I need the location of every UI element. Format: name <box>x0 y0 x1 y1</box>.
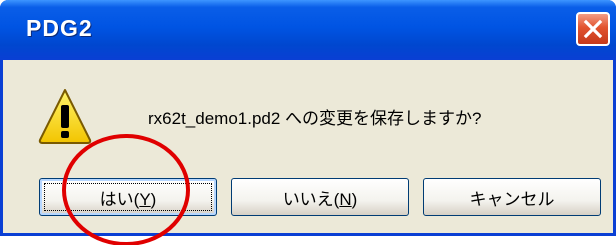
title-bar[interactable]: PDG2 <box>0 0 616 60</box>
focus-rectangle <box>44 183 212 211</box>
no-button-label: いいえ(N) <box>282 189 358 209</box>
window-title: PDG2 <box>26 15 93 41</box>
close-button[interactable] <box>576 12 610 46</box>
cancel-button[interactable]: キャンセル <box>423 178 601 216</box>
warning-icon <box>38 89 92 144</box>
no-button[interactable]: いいえ(N) <box>231 178 409 216</box>
dialog-message: rx62t_demo1.pd2 への変更を保存しますか? <box>148 109 482 128</box>
cancel-button-label: キャンセル <box>469 189 555 209</box>
close-x-icon <box>583 19 603 39</box>
yes-button[interactable]: はい(Y) <box>39 178 217 216</box>
dialog-window: PDG2 rx62t_demo1.pd2 への変更を保存しますか? はい(Y) … <box>0 0 616 236</box>
